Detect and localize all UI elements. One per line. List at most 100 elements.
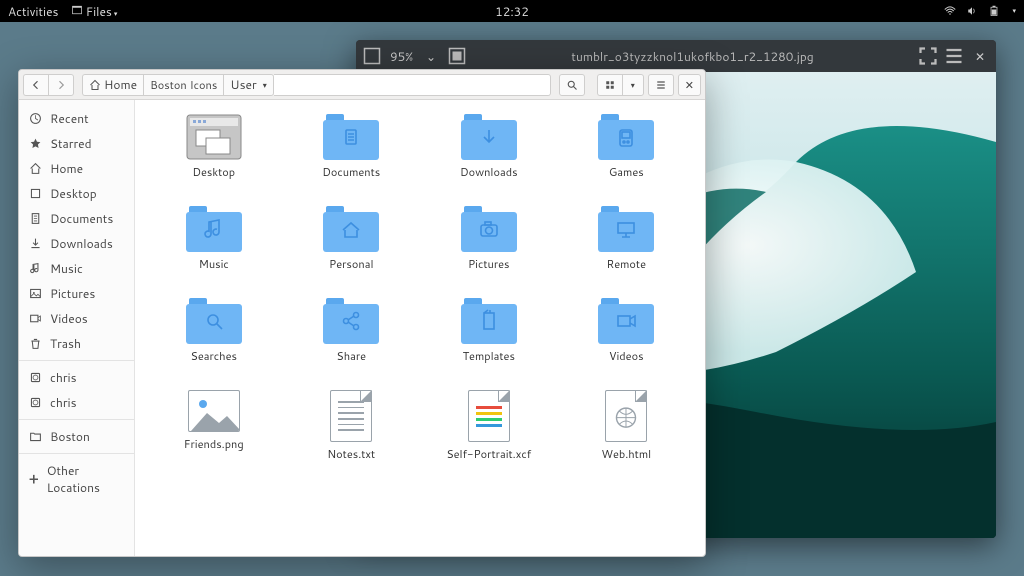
sidebar-item-chris[interactable]: chris [19, 390, 134, 415]
xcf-file-icon [468, 390, 510, 442]
disk-icon [29, 396, 42, 409]
sidebar-item-starred[interactable]: Starred [19, 131, 134, 156]
folder-icon [598, 114, 654, 160]
chevron-down-icon: ▾ [1012, 6, 1016, 16]
tile-templates[interactable]: Templates [420, 294, 558, 386]
square-icon [29, 187, 42, 200]
sidebar-item-home[interactable]: Home [19, 156, 134, 181]
crumb-2[interactable]: User ▾ [223, 74, 273, 96]
forward-button[interactable] [48, 74, 74, 96]
html-file-icon [605, 390, 647, 442]
system-status-area[interactable]: ▾ [944, 5, 1016, 17]
plus-icon: + [29, 469, 39, 489]
view-icons-button[interactable] [597, 74, 622, 96]
tile-desktop[interactable]: Desktop [145, 110, 283, 202]
sidebar-item-pictures[interactable]: Pictures [19, 281, 134, 306]
folder-icon [598, 298, 654, 344]
tile-label: Templates [463, 348, 515, 364]
tile-label: Music [199, 256, 229, 272]
tile-pictures[interactable]: Pictures [420, 202, 558, 294]
foldersm-icon [29, 430, 42, 443]
tile-web-html[interactable]: Web.html [558, 386, 696, 478]
activities-button[interactable]: Activities [8, 3, 59, 20]
tile-searches[interactable]: Searches [145, 294, 283, 386]
tile-personal[interactable]: Personal [283, 202, 421, 294]
volume-icon [966, 5, 978, 17]
sidebar-item-label: Home [50, 160, 83, 177]
tile-downloads[interactable]: Downloads [420, 110, 558, 202]
app-menu[interactable]: Files▾ [71, 3, 118, 20]
tile-friends-png[interactable]: Friends.png [145, 386, 283, 478]
tile-remote[interactable]: Remote [558, 202, 696, 294]
image-file-icon [188, 390, 240, 432]
tile-label: Notes.txt [327, 446, 375, 462]
tile-documents[interactable]: Documents [283, 110, 421, 202]
search-button[interactable] [559, 74, 585, 96]
tile-label: Searches [191, 348, 237, 364]
sidebar-item-label: Music [50, 260, 83, 277]
search-icon [566, 79, 578, 91]
tile-notes-txt[interactable]: Notes.txt [283, 386, 421, 478]
sidebar-item-music[interactable]: Music [19, 256, 134, 281]
sidebar-item-label: Documents [50, 210, 113, 227]
text-file-icon [330, 390, 372, 442]
desktop-icon [186, 114, 242, 160]
tile-label: Documents [322, 164, 380, 180]
sidebar-item-recent[interactable]: Recent [19, 106, 134, 131]
sidebar-item-videos[interactable]: Videos [19, 306, 134, 331]
trash-icon [29, 337, 42, 350]
crumb-1[interactable]: Boston Icons [143, 74, 223, 96]
files-sidebar: Recent Starred Home Desktop Documents Downloa… [19, 100, 135, 556]
folder-icon [461, 298, 517, 344]
view-menu-button[interactable]: ▾ [622, 74, 644, 96]
folder-icon [461, 206, 517, 252]
tile-videos[interactable]: Videos [558, 294, 696, 386]
sidebar-item-chris[interactable]: chris [19, 360, 134, 390]
doc-icon [29, 212, 42, 225]
tile-label: Share [336, 348, 366, 364]
crumb-home[interactable]: Home [82, 74, 143, 96]
tile-label: Web.html [601, 446, 651, 462]
sidebar-item-label: Starred [50, 135, 92, 152]
home-icon [29, 162, 42, 175]
tile-self-portrait-xcf[interactable]: Self-Portrait.xcf [420, 386, 558, 478]
sidebar-item-downloads[interactable]: Downloads [19, 231, 134, 256]
sidebar-item-label: Other Locations [47, 462, 124, 496]
fullscreen-button[interactable] [916, 44, 940, 68]
zoom-menu-button[interactable]: ⌄ [419, 44, 443, 68]
video-icon [29, 312, 42, 325]
tile-label: Videos [609, 348, 644, 364]
tile-music[interactable]: Music [145, 202, 283, 294]
tile-share[interactable]: Share [283, 294, 421, 386]
folder-icon [186, 298, 242, 344]
sidebar-item-boston[interactable]: Boston [19, 419, 134, 449]
sidebar-item-documents[interactable]: Documents [19, 206, 134, 231]
close-button[interactable]: ✕ [678, 74, 701, 96]
folder-icon [186, 206, 242, 252]
home-icon [89, 79, 101, 91]
folder-icon [323, 114, 379, 160]
clock[interactable]: 12:32 [495, 3, 529, 20]
sidebar-item-label: Pictures [50, 285, 95, 302]
back-button[interactable] [23, 74, 48, 96]
tile-label: Desktop [192, 164, 235, 180]
close-button[interactable]: ✕ [968, 44, 992, 68]
zoom-out-button[interactable] [360, 44, 384, 68]
hamburger-menu[interactable] [942, 44, 966, 68]
breadcrumb: Home Boston Icons User ▾ [82, 74, 274, 96]
sidebar-item-desktop[interactable]: Desktop [19, 181, 134, 206]
sidebar-item-trash[interactable]: Trash [19, 331, 134, 356]
down-icon [29, 237, 42, 250]
zoom-fit-button[interactable] [445, 44, 469, 68]
sidebar-item-label: Recent [50, 110, 89, 127]
tile-label: Self-Portrait.xcf [446, 446, 531, 462]
viewer-headerbar: 95% ⌄ tumblr_o3tyzzknol1ukofkbo1_r2_1280… [356, 40, 996, 72]
sidebar-item-other-locations[interactable]: + Other Locations [19, 453, 134, 500]
music-icon [29, 262, 42, 275]
wifi-icon [944, 5, 956, 17]
folder-icon [323, 298, 379, 344]
hamburger-button[interactable] [648, 74, 674, 96]
path-bar-blank[interactable] [274, 74, 551, 96]
tile-games[interactable]: Games [558, 110, 696, 202]
tile-label: Personal [329, 256, 373, 272]
